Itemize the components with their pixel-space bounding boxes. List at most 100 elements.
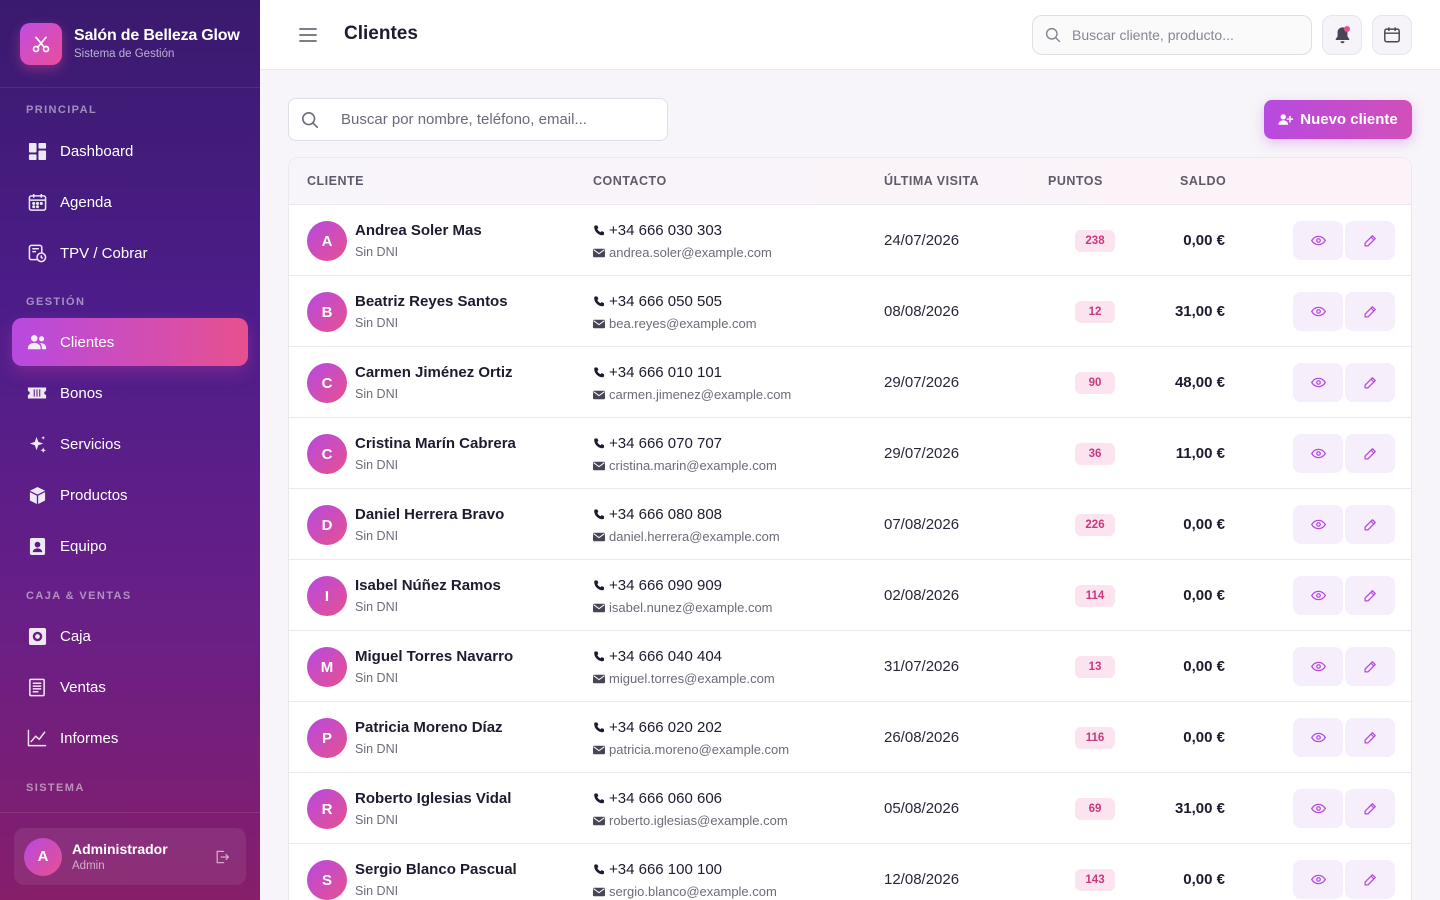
avatar: C [307,363,347,403]
view-button[interactable] [1293,434,1343,473]
client-name[interactable]: Isabel Núñez Ramos [355,577,501,594]
sidebar: Salón de Belleza Glow Sistema de Gestión… [0,0,260,900]
search-icon [1045,27,1061,43]
points-badge: 13 [1075,656,1115,678]
phone-value: +34 666 050 505 [609,293,723,310]
client-name[interactable]: Roberto Iglesias Vidal [355,790,511,807]
edit-button[interactable] [1345,221,1395,260]
column-header-puntos[interactable]: PUNTOS [1048,174,1103,188]
global-search[interactable] [1032,15,1312,55]
client-search-input[interactable] [341,111,641,128]
sidebar-item-productos[interactable]: Productos [12,471,248,519]
sidebar-item-caja[interactable]: Caja [12,612,248,660]
view-button[interactable] [1293,363,1343,402]
client-name[interactable]: Daniel Herrera Bravo [355,506,504,523]
table-row[interactable]: B Beatriz Reyes Santos Sin DNI +34 666 0… [289,276,1411,347]
email-value: bea.reyes@example.com [609,316,757,331]
edit-button[interactable] [1345,789,1395,828]
edit-button[interactable] [1345,576,1395,615]
view-button[interactable] [1293,221,1343,260]
table-row[interactable]: C Cristina Marín Cabrera Sin DNI +34 666… [289,418,1411,489]
client-name[interactable]: Miguel Torres Navarro [355,648,513,665]
table-row[interactable]: R Roberto Iglesias Vidal Sin DNI +34 666… [289,773,1411,844]
edit-button[interactable] [1345,434,1395,473]
column-header-ultima-visita[interactable]: ÚLTIMA VISITA [884,174,979,188]
column-header-saldo[interactable]: SALDO [1180,174,1226,188]
user-card[interactable]: A Administrador Admin [14,828,246,885]
client-name[interactable]: Andrea Soler Mas [355,222,482,239]
sidebar-item-label: Informes [60,729,119,747]
email-value: sergio.blanco@example.com [609,884,777,899]
sidebar-item-tpv[interactable]: TPV / Cobrar [12,229,248,277]
client-name[interactable]: Sergio Blanco Pascual [355,861,517,878]
client-search[interactable] [288,98,668,141]
client-name[interactable]: Patricia Moreno Díaz [355,719,503,736]
table-row[interactable]: A Andrea Soler Mas Sin DNI +34 666 030 3… [289,205,1411,276]
sidebar-divider [0,812,260,813]
sidebar-item-label: Dashboard [60,142,134,160]
client-dni: Sin DNI [355,458,399,472]
table-row[interactable]: P Patricia Moreno Díaz Sin DNI +34 666 0… [289,702,1411,773]
view-button[interactable] [1293,292,1343,331]
envelope-icon [593,745,605,755]
phone-icon [593,366,605,379]
menu-icon[interactable] [298,24,318,46]
table-row[interactable]: S Sergio Blanco Pascual Sin DNI +34 666 … [289,844,1411,900]
table-row[interactable]: M Miguel Torres Navarro Sin DNI +34 666 … [289,631,1411,702]
client-name[interactable]: Beatriz Reyes Santos [355,293,508,310]
sidebar-item-ventas[interactable]: Ventas [12,663,248,711]
topbar: Clientes [260,0,1440,70]
column-header-cliente[interactable]: CLIENTE [307,174,364,188]
view-button[interactable] [1293,789,1343,828]
sidebar-item-agenda[interactable]: Agenda [12,178,248,226]
eye-icon [1310,519,1326,530]
chart-line-icon [27,728,47,748]
envelope-icon [593,887,605,897]
client-dni: Sin DNI [355,316,399,330]
table-row[interactable]: I Isabel Núñez Ramos Sin DNI +34 666 090… [289,560,1411,631]
sidebar-item-bonos[interactable]: Bonos [12,369,248,417]
points-badge: 116 [1075,727,1115,749]
client-name[interactable]: Carmen Jiménez Ortiz [355,364,513,381]
notifications-button[interactable] [1322,15,1362,55]
balance: 0,00 € [1183,516,1225,533]
balance: 0,00 € [1183,587,1225,604]
sidebar-item-dashboard[interactable]: Dashboard [12,127,248,175]
logout-icon[interactable] [214,849,230,865]
client-phone: +34 666 060 606 [593,790,722,807]
edit-button[interactable] [1345,647,1395,686]
points-badge: 226 [1075,514,1115,536]
table-row[interactable]: C Carmen Jiménez Ortiz Sin DNI +34 666 0… [289,347,1411,418]
edit-button[interactable] [1345,860,1395,899]
clients-table: CLIENTE CONTACTO ÚLTIMA VISITA PUNTOS SA… [288,157,1412,900]
view-button[interactable] [1293,718,1343,757]
last-visit: 08/08/2026 [884,303,960,320]
column-header-contacto[interactable]: CONTACTO [593,174,667,188]
sidebar-item-servicios[interactable]: Servicios [12,420,248,468]
sidebar-item-label: Bonos [60,384,103,402]
view-button[interactable] [1293,576,1343,615]
client-name[interactable]: Cristina Marín Cabrera [355,435,516,452]
view-button[interactable] [1293,505,1343,544]
sidebar-item-clientes[interactable]: Clientes [12,318,248,366]
edit-button[interactable] [1345,505,1395,544]
client-phone: +34 666 080 808 [593,506,722,523]
table-header: CLIENTE CONTACTO ÚLTIMA VISITA PUNTOS SA… [289,158,1411,205]
pencil-icon [1363,447,1377,461]
phone-value: +34 666 030 303 [609,222,723,239]
view-button[interactable] [1293,647,1343,686]
balance: 31,00 € [1174,303,1225,320]
sidebar-item-equipo[interactable]: Equipo [12,522,248,570]
edit-button[interactable] [1345,363,1395,402]
view-button[interactable] [1293,860,1343,899]
sidebar-item-label: Servicios [60,435,121,453]
sidebar-item-informes[interactable]: Informes [12,714,248,762]
calendar-button[interactable] [1372,15,1412,55]
global-search-input[interactable] [1072,27,1292,43]
edit-button[interactable] [1345,292,1395,331]
edit-button[interactable] [1345,718,1395,757]
balance: 0,00 € [1183,232,1225,249]
new-client-button[interactable]: Nuevo cliente [1264,100,1412,139]
table-row[interactable]: D Daniel Herrera Bravo Sin DNI +34 666 0… [289,489,1411,560]
phone-icon [593,437,605,450]
